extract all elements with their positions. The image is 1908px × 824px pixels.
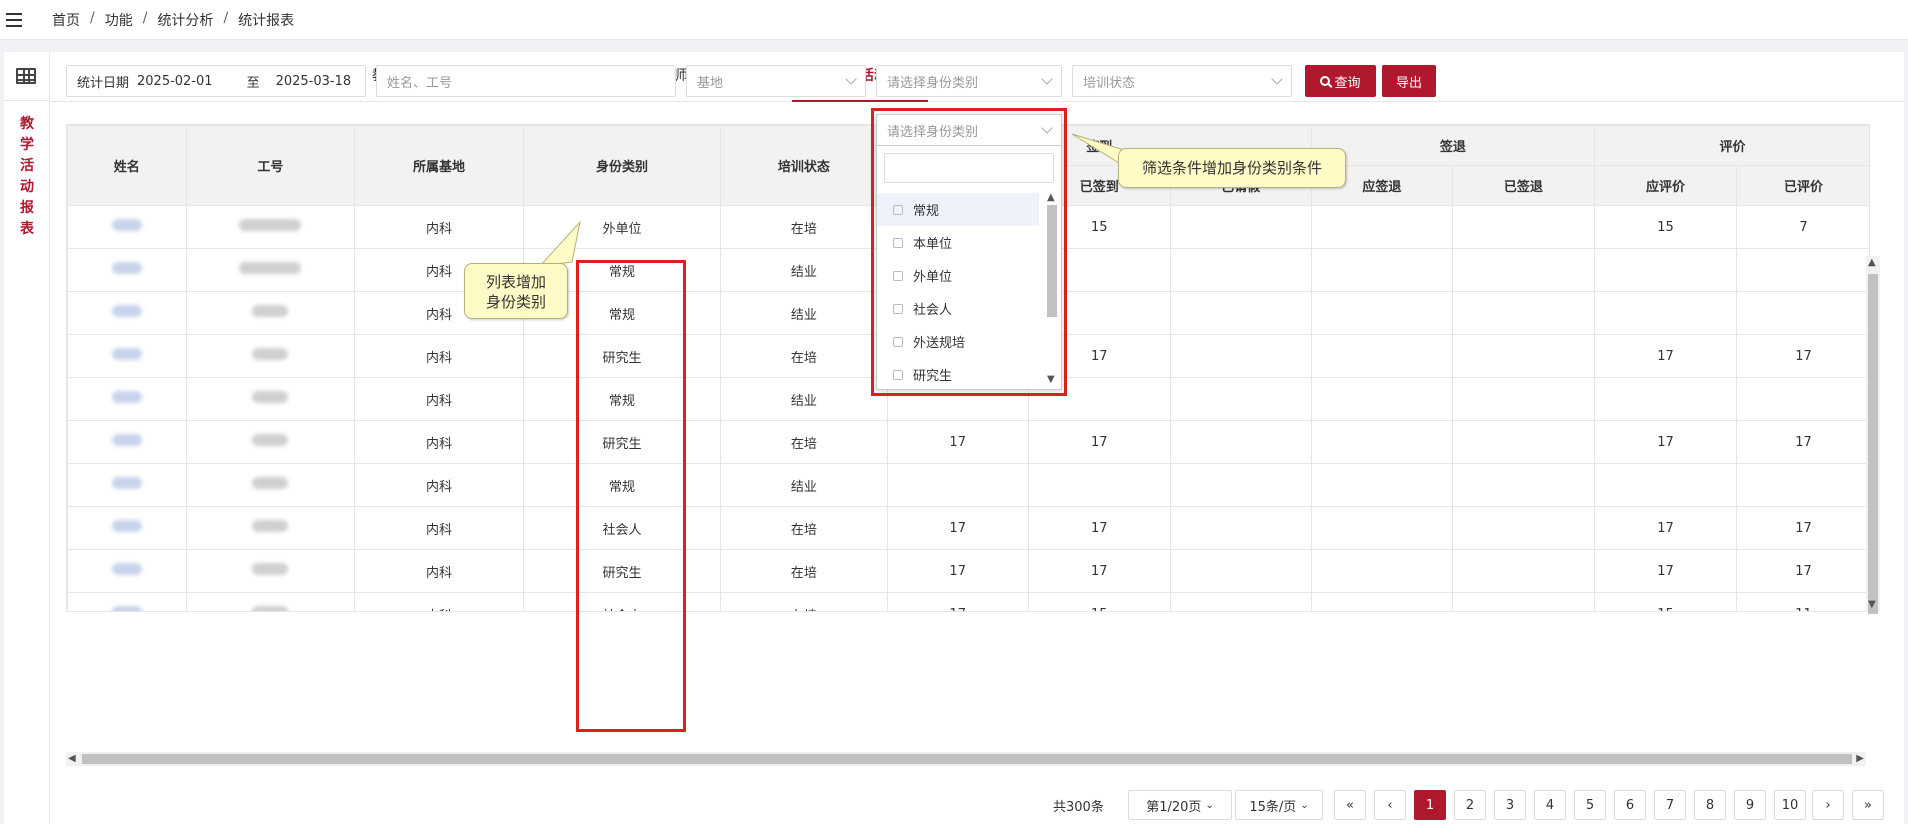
callout-pointers bbox=[538, 133, 1125, 267]
filter-callout: 筛选条件增加身份类别条件 bbox=[1118, 148, 1346, 188]
prev-page-button[interactable]: ‹ bbox=[1374, 790, 1406, 820]
page-number-button[interactable]: 8 bbox=[1694, 790, 1726, 820]
page-number-button[interactable]: 2 bbox=[1454, 790, 1486, 820]
page-select[interactable]: 第1/20页 ⌄ bbox=[1128, 790, 1232, 820]
page-number-button[interactable]: 6 bbox=[1614, 790, 1646, 820]
chevron-down-icon: ⌄ bbox=[1205, 799, 1214, 811]
last-page-button[interactable]: » bbox=[1852, 790, 1884, 820]
page-number-button[interactable]: 1 bbox=[1414, 790, 1446, 820]
page-number-button[interactable]: 7 bbox=[1654, 790, 1686, 820]
page-number-button[interactable]: 5 bbox=[1574, 790, 1606, 820]
chevron-down-icon: ⌄ bbox=[1300, 799, 1309, 811]
page-size-select[interactable]: 15条/页 ⌄ bbox=[1235, 790, 1323, 820]
page-number-button[interactable]: 10 bbox=[1774, 790, 1806, 820]
list-callout: 列表增加 身份类别 bbox=[464, 263, 568, 319]
page-number-button[interactable]: 4 bbox=[1534, 790, 1566, 820]
next-page-button[interactable]: › bbox=[1812, 790, 1844, 820]
first-page-button[interactable]: « bbox=[1334, 790, 1366, 820]
total-count: 共300条 bbox=[1053, 800, 1104, 815]
page-number-button[interactable]: 3 bbox=[1494, 790, 1526, 820]
page-number-button[interactable]: 9 bbox=[1734, 790, 1766, 820]
